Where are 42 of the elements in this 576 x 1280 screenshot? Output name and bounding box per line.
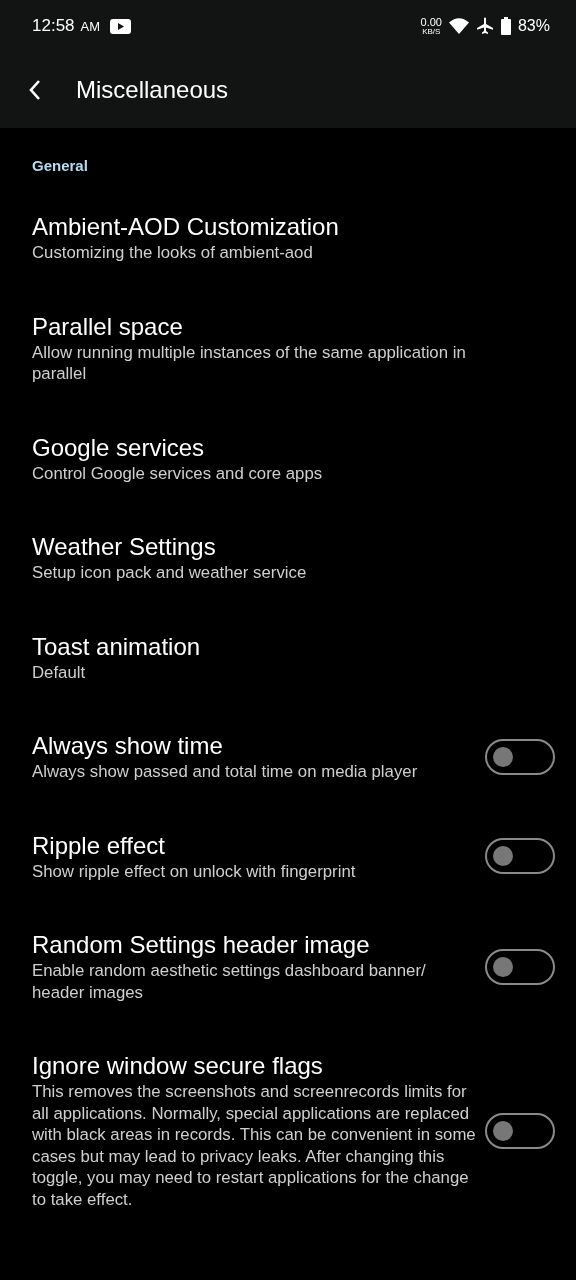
setting-summary: Control Google services and core apps [32, 462, 324, 484]
page-title: Miscellaneous [76, 76, 229, 104]
setting-summary: Show ripple effect on unlock with fingerprint [32, 860, 357, 882]
airplane-icon [475, 17, 494, 35]
setting-title: Random Settings header image [32, 930, 371, 960]
setting-title: Parallel space [32, 311, 184, 342]
setting-title: Weather Settings [32, 532, 217, 562]
setting-summary: Always show passed and total time on media player [32, 761, 419, 783]
setting-row[interactable]: Toast animation Default [0, 607, 576, 707]
toggle-setting-row[interactable]: Always show time Always show passed and total time on media player [0, 707, 576, 807]
setting-title: Ambient-AOD Customization [32, 212, 340, 242]
setting-summary: Setup icon pack and weather service [32, 562, 308, 584]
toggle-setting-row[interactable]: Ripple effect Show ripple effect on unlock with fingerprint [0, 806, 576, 906]
setting-title: Ignore window secure flags [32, 1051, 324, 1081]
battery-icon [500, 17, 511, 35]
setting-summary: Customizing the looks of ambient-aod [32, 242, 314, 264]
setting-row[interactable]: Weather Settings Setup icon pack and weather service [0, 508, 576, 608]
status-time: 12:58 [32, 16, 75, 36]
status-meridiem: AM [80, 18, 101, 34]
toggle-switch[interactable] [485, 948, 555, 985]
toggle-setting-row[interactable]: Random Settings header image Enable random aesthetic settings dashboard banner/ header images [0, 906, 576, 1027]
wifi-icon [448, 18, 469, 34]
setting-row[interactable]: Ambient-AOD Customization Customizing the looks of ambient-aod [0, 188, 576, 288]
section-header: General [31, 156, 89, 176]
setting-summary: This removes the screenshots and screenrecords limits for all applications. Normally, special applications are replaced with black areas in records. This can be convenient in some cases but may lead to privacy leaks. After changing this toggle, you may need to restart applications for the change to take effect. [32, 1081, 477, 1210]
setting-summary: Default [32, 661, 87, 683]
play-icon [110, 18, 132, 34]
setting-row[interactable]: Parallel space Allow running multiple instances of the same application in parallel [0, 287, 576, 409]
toggle-switch[interactable] [485, 1112, 555, 1149]
network-speed: 0.00 [420, 16, 442, 28]
back-icon [28, 79, 42, 101]
toggle-switch[interactable] [485, 738, 555, 775]
setting-title: Toast animation [32, 631, 202, 662]
network-unit: KB/S [422, 27, 441, 36]
setting-summary: Allow running multiple instances of the same application in parallel [32, 341, 467, 385]
battery-level: 83% [517, 17, 550, 35]
setting-title: Ripple effect [32, 830, 166, 861]
setting-row[interactable]: Google services Control Google services and core apps [0, 408, 576, 508]
setting-summary: Enable random aesthetic settings dashboard banner/ header images [32, 960, 427, 1003]
setting-title: Always show time [32, 731, 224, 761]
toggle-switch[interactable] [485, 838, 555, 875]
setting-title: Google services [32, 432, 206, 463]
